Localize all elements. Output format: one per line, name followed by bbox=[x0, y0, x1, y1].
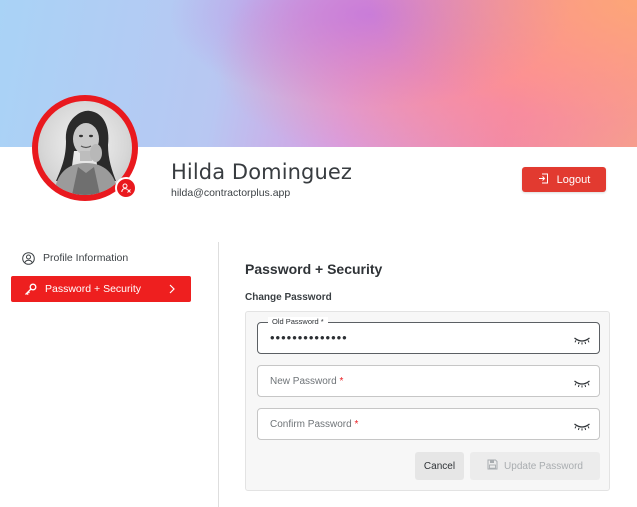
cancel-label: Cancel bbox=[423, 460, 456, 472]
update-password-label: Update Password bbox=[504, 460, 583, 472]
save-icon bbox=[487, 459, 498, 473]
old-password-label: Old Password * bbox=[268, 317, 328, 326]
confirm-password-placeholder: Confirm Password * bbox=[270, 419, 359, 430]
section-subtitle: Change Password bbox=[245, 292, 332, 303]
old-password-field[interactable]: Old Password * •••••••••••••• bbox=[257, 317, 600, 354]
chevron-right-icon bbox=[165, 282, 179, 296]
eye-closed-icon[interactable] bbox=[573, 419, 591, 431]
user-email: hilda@contractorplus.app bbox=[171, 187, 291, 199]
user-circle-icon bbox=[21, 251, 35, 265]
confirm-password-field[interactable]: Confirm Password * bbox=[257, 408, 600, 440]
vertical-divider bbox=[218, 242, 219, 507]
page-title: Password + Security bbox=[245, 261, 383, 277]
new-password-field[interactable]: New Password * bbox=[257, 365, 600, 397]
eye-closed-icon[interactable] bbox=[573, 333, 591, 345]
key-icon bbox=[23, 282, 37, 296]
logout-button[interactable]: Logout bbox=[522, 167, 606, 192]
change-password-card: Old Password * •••••••••••••• New Passwo… bbox=[245, 311, 610, 491]
update-password-button[interactable]: Update Password bbox=[470, 452, 600, 480]
sidebar-item-label: Password + Security bbox=[45, 283, 141, 295]
sidebar-item-label: Profile Information bbox=[43, 252, 129, 264]
new-password-placeholder: New Password * bbox=[270, 376, 344, 387]
sidebar-item-password-security[interactable]: Password + Security bbox=[11, 276, 191, 302]
edit-avatar-icon[interactable] bbox=[115, 177, 137, 199]
cancel-button[interactable]: Cancel bbox=[415, 452, 464, 480]
old-password-value: •••••••••••••• bbox=[270, 330, 348, 345]
user-name: Hilda Dominguez bbox=[171, 160, 353, 184]
eye-closed-icon[interactable] bbox=[573, 376, 591, 388]
logout-icon bbox=[538, 173, 549, 187]
logout-label: Logout bbox=[556, 173, 591, 186]
sidebar-item-profile-information[interactable]: Profile Information bbox=[11, 245, 191, 271]
